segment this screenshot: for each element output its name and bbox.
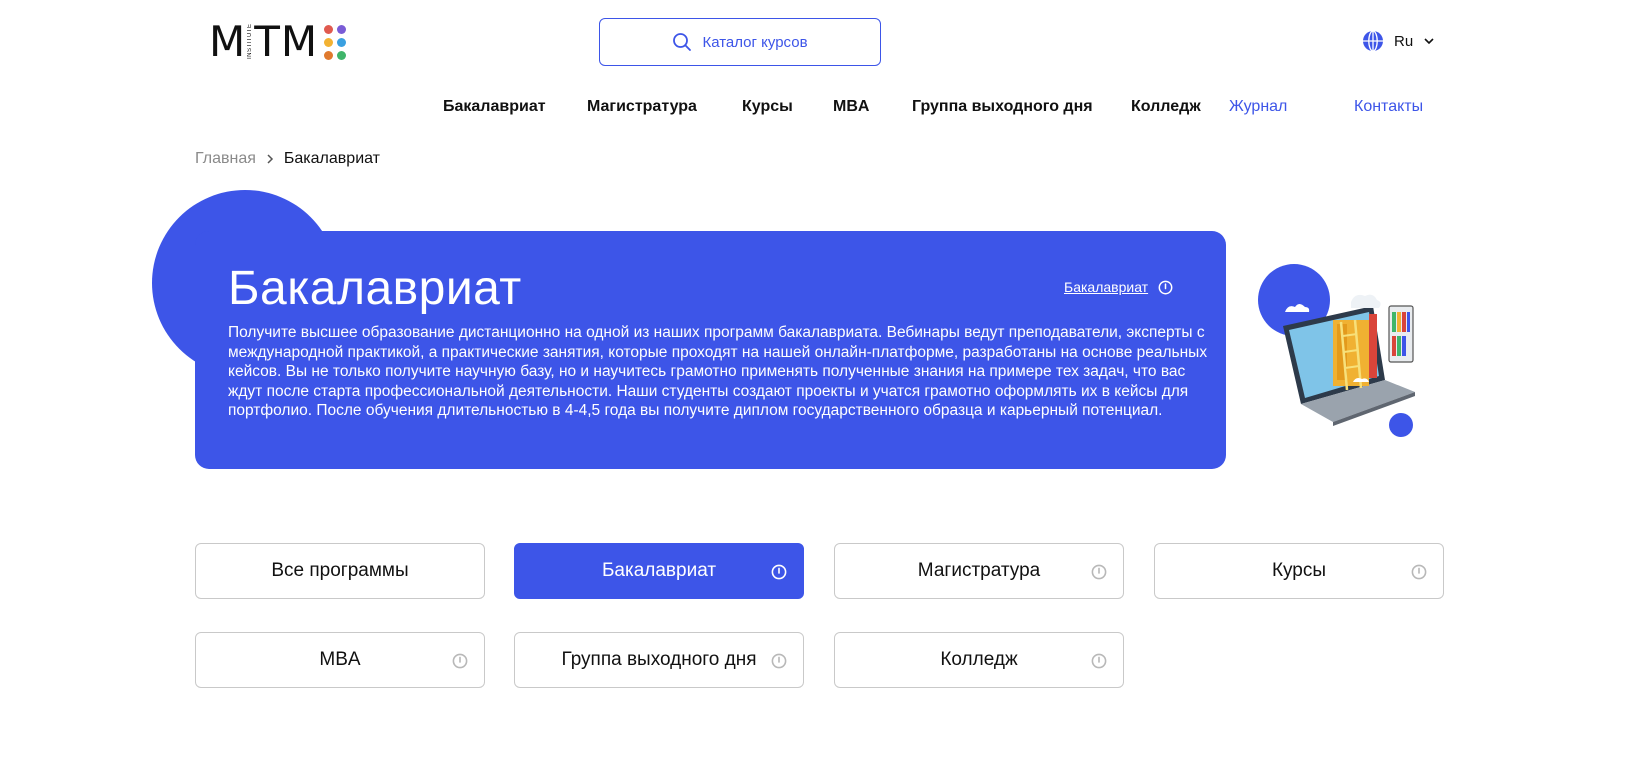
nav-item-contacts[interactable]: Контакты bbox=[1354, 98, 1423, 116]
logo[interactable]: M INSTITUTE TM bbox=[209, 17, 347, 66]
nav-item-bachelor[interactable]: Бакалавриат bbox=[443, 98, 546, 116]
filter-college[interactable]: Колледж bbox=[834, 632, 1124, 688]
filter-label: Курсы bbox=[1271, 560, 1327, 581]
info-icon[interactable] bbox=[1091, 564, 1107, 580]
info-icon[interactable] bbox=[1091, 653, 1107, 669]
logo-text-m: M bbox=[209, 17, 247, 66]
nav-item-journal[interactable]: Журнал bbox=[1229, 98, 1287, 116]
language-switcher[interactable]: Ru bbox=[1362, 30, 1435, 52]
hero-banner: Бакалавриат Бакалавриат Получите высшее … bbox=[195, 231, 1226, 469]
laptop-books-illustration bbox=[1258, 264, 1415, 437]
hero-program-link[interactable]: Бакалавриат bbox=[1064, 279, 1173, 295]
page-title: Бакалавриат bbox=[228, 262, 522, 315]
info-icon[interactable] bbox=[771, 564, 787, 580]
nav-item-weekend-group[interactable]: Группа выходного дня bbox=[912, 98, 1093, 116]
filter-bachelor[interactable]: Бакалавриат bbox=[514, 543, 804, 599]
main-nav: Бакалавриат Магистратура Курсы MBA Групп… bbox=[0, 98, 1651, 122]
nav-item-college[interactable]: Колледж bbox=[1131, 98, 1201, 116]
filter-label: Все программы bbox=[271, 560, 409, 581]
info-icon bbox=[1158, 280, 1173, 294]
filter-label: Бакалавриат bbox=[601, 560, 717, 581]
chevron-down-icon bbox=[1424, 38, 1434, 45]
filter-master[interactable]: Магистратура bbox=[834, 543, 1124, 599]
info-icon[interactable] bbox=[771, 653, 787, 669]
filter-label: MBA bbox=[319, 649, 361, 670]
filter-weekend-group[interactable]: Группа выходного дня bbox=[514, 632, 804, 688]
breadcrumb: Главная Бакалавриат bbox=[195, 150, 380, 168]
filter-label: Магистратура bbox=[917, 560, 1041, 581]
filter-all-programs[interactable]: Все программы bbox=[195, 543, 485, 599]
info-icon[interactable] bbox=[452, 653, 468, 669]
logo-text-tm: TM bbox=[254, 17, 319, 66]
search-label: Каталог курсов bbox=[702, 33, 808, 51]
filter-courses[interactable]: Курсы bbox=[1154, 543, 1444, 599]
info-icon[interactable] bbox=[1411, 564, 1427, 580]
nav-item-master[interactable]: Магистратура bbox=[587, 98, 697, 116]
filter-mba[interactable]: MBA bbox=[195, 632, 485, 688]
filter-label: Группа выходного дня bbox=[561, 649, 757, 670]
logo-subtitle: INSTITUTE bbox=[247, 23, 254, 60]
globe-icon bbox=[1363, 30, 1383, 52]
logo-dots bbox=[324, 24, 347, 60]
chevron-right-icon bbox=[267, 154, 273, 164]
hero-link-label: Бакалавриат bbox=[1064, 279, 1149, 295]
breadcrumb-home[interactable]: Главная bbox=[195, 150, 256, 168]
catalog-search-button[interactable]: Каталог курсов bbox=[599, 18, 881, 66]
nav-item-mba[interactable]: MBA bbox=[833, 98, 869, 116]
search-icon bbox=[673, 33, 692, 51]
hero-description: Получите высшее образование дистанционно… bbox=[228, 324, 1208, 419]
nav-item-courses[interactable]: Курсы bbox=[742, 98, 793, 116]
filter-label: Колледж bbox=[940, 649, 1018, 670]
language-label: Ru bbox=[1394, 32, 1414, 50]
breadcrumb-current: Бакалавриат bbox=[283, 150, 380, 167]
